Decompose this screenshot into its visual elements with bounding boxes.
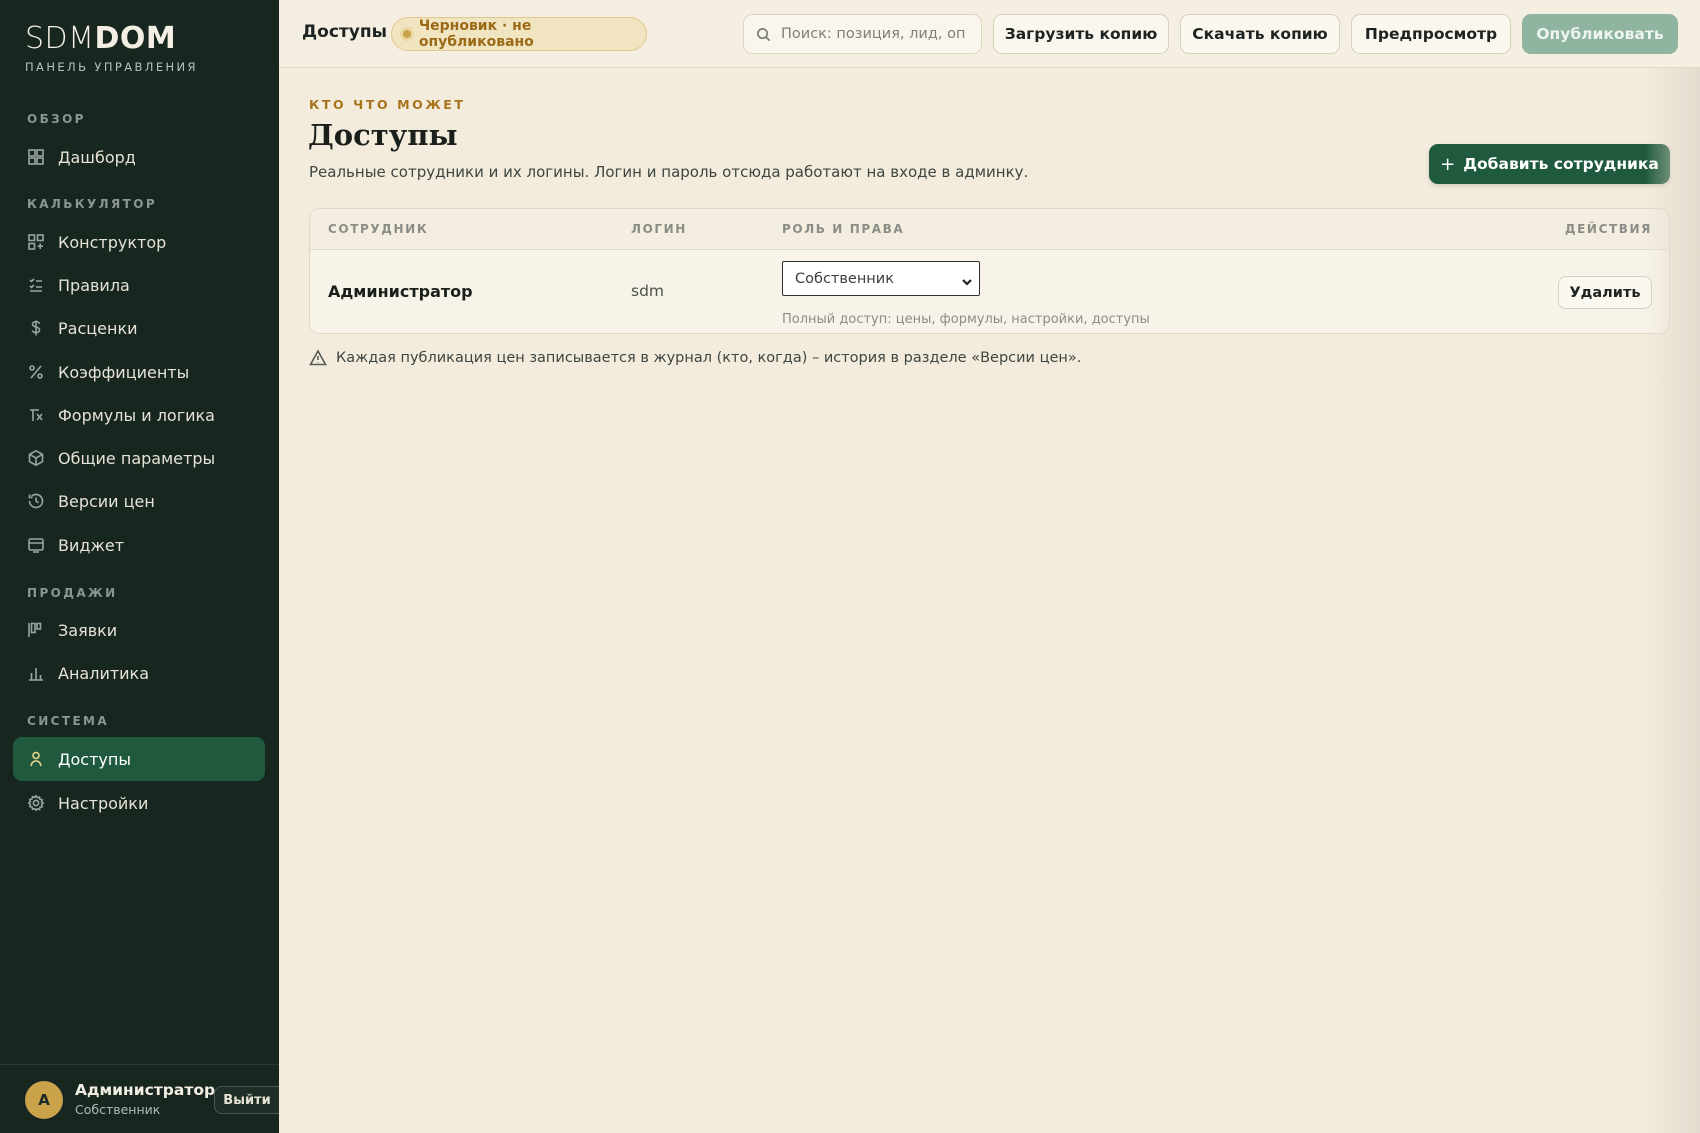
header-actions: ДЕЙСТВИЯ [1564,222,1652,236]
user-role: Собственник [75,1102,161,1117]
sidebar-item-label: Заявки [58,620,118,640]
sidebar-item-label: Конструктор [58,232,167,252]
download-copy-button[interactable]: Скачать копию [1180,14,1340,54]
role-description: Полный доступ: цены, формулы, настройки,… [782,312,1150,327]
sidebar-item-settings[interactable]: Настройки [13,782,265,824]
section-sales: ПРОДАЖИ [27,586,118,600]
sidebar-item-label: Правила [58,275,130,295]
page-title: Доступы [308,118,458,152]
sidebar-item-params[interactable]: Общие параметры [13,437,265,479]
user-name: Администратор [75,1081,216,1099]
user-icon [27,750,45,768]
sidebar-item-label: Коэффициенты [58,362,190,382]
history-icon [27,492,45,510]
grid-plus-icon [27,233,45,251]
logout-button[interactable]: Выйти [214,1086,279,1114]
bar-chart-icon [27,664,45,682]
sidebar-item-coefficients[interactable]: Коэффициенты [13,351,265,393]
sidebar-item-access[interactable]: Доступы [13,737,265,781]
list-check-icon [27,276,45,294]
gear-icon [27,794,45,812]
sidebar: SDMDOM ПАНЕЛЬ УПРАВЛЕНИЯ ОБЗОР Дашборд К… [0,0,279,1133]
status-badge-label: Черновик · не опубликовано [418,18,534,50]
sidebar-item-prices[interactable]: Расценки [13,307,265,349]
section-overview: ОБЗОР [27,112,86,126]
kanban-icon [27,621,45,639]
status-dot-icon [403,30,411,38]
publish-button[interactable]: Опубликовать [1522,14,1678,54]
avatar[interactable]: A [25,1081,63,1119]
header-role: РОЛЬ И ПРАВА [782,222,905,236]
sidebar-item-label: Настройки [58,793,149,813]
sidebar-item-label: Аналитика [58,663,150,683]
user-panel: A Администратор Собственник Выйти [0,1064,279,1133]
add-employee-label: Добавить сотрудника [1463,155,1659,173]
sidebar-item-requests[interactable]: Заявки [13,609,265,651]
sidebar-item-formulas[interactable]: Формулы и логика [13,394,265,436]
employee-login: sdm [631,282,665,300]
preview-button[interactable]: Предпросмотр [1351,14,1511,54]
header-employee: СОТРУДНИК [328,222,429,236]
percent-icon [27,363,45,381]
sidebar-item-label: Версии цен [58,491,155,511]
search-icon [757,27,771,41]
brand-logo[interactable]: SDMDOM ПАНЕЛЬ УПРАВЛЕНИЯ [25,21,198,75]
search-box[interactable] [743,14,982,54]
audit-note-text: Каждая публикация цен записывается в жур… [336,350,1082,366]
dollar-icon [27,319,45,337]
sidebar-item-label: Доступы [58,749,131,769]
sidebar-item-label: Дашборд [58,147,136,167]
access-table: СОТРУДНИК ЛОГИН РОЛЬ И ПРАВА ДЕЙСТВИЯ Ад… [309,208,1670,334]
dashboard-icon [27,148,45,166]
section-system: СИСТЕМА [27,714,110,728]
logo-thin: SDM [25,21,95,56]
section-calculator: КАЛЬКУЛЯТОР [27,197,158,211]
audit-note: Каждая публикация цен записывается в жур… [309,349,1081,367]
sidebar-item-label: Расценки [58,318,138,338]
page-subtitle: Реальные сотрудники и их логины. Логин и… [309,163,1029,181]
sidebar-item-widget[interactable]: Виджет [13,524,265,566]
sidebar-item-rules[interactable]: Правила [13,264,265,306]
warning-icon [309,349,327,366]
status-badge: Черновик · не опубликовано [391,17,647,51]
search-input[interactable] [781,26,966,42]
sidebar-item-analytics[interactable]: Аналитика [13,652,265,694]
table-header: СОТРУДНИК ЛОГИН РОЛЬ И ПРАВА ДЕЙСТВИЯ [310,209,1669,250]
upload-copy-button[interactable]: Загрузить копию [993,14,1169,54]
sidebar-item-label: Общие параметры [58,448,216,468]
sidebar-item-label: Формулы и логика [58,405,215,425]
sidebar-item-dashboard[interactable]: Дашборд [13,136,265,178]
topbar: Доступы Черновик · не опубликовано Загру… [279,0,1700,68]
topbar-title: Доступы [302,22,387,42]
delete-button[interactable]: Удалить [1558,276,1652,309]
function-icon [27,406,45,424]
cube-icon [27,449,45,467]
header-login: ЛОГИН [631,222,687,236]
plus-icon: + [1440,153,1456,175]
role-select[interactable]: Собственник [782,261,980,296]
page-eyebrow: КТО ЧТО МОЖЕТ [309,97,466,112]
sidebar-item-versions[interactable]: Версии цен [13,480,265,522]
sidebar-item-constructor[interactable]: Конструктор [13,221,265,263]
employee-name: Администратор [328,282,473,301]
sidebar-item-label: Виджет [58,535,125,555]
add-employee-button[interactable]: + Добавить сотрудника [1429,144,1670,184]
logo-subtitle: ПАНЕЛЬ УПРАВЛЕНИЯ [25,60,198,74]
logo-bold: DOM [94,21,177,56]
widget-icon [27,536,45,554]
